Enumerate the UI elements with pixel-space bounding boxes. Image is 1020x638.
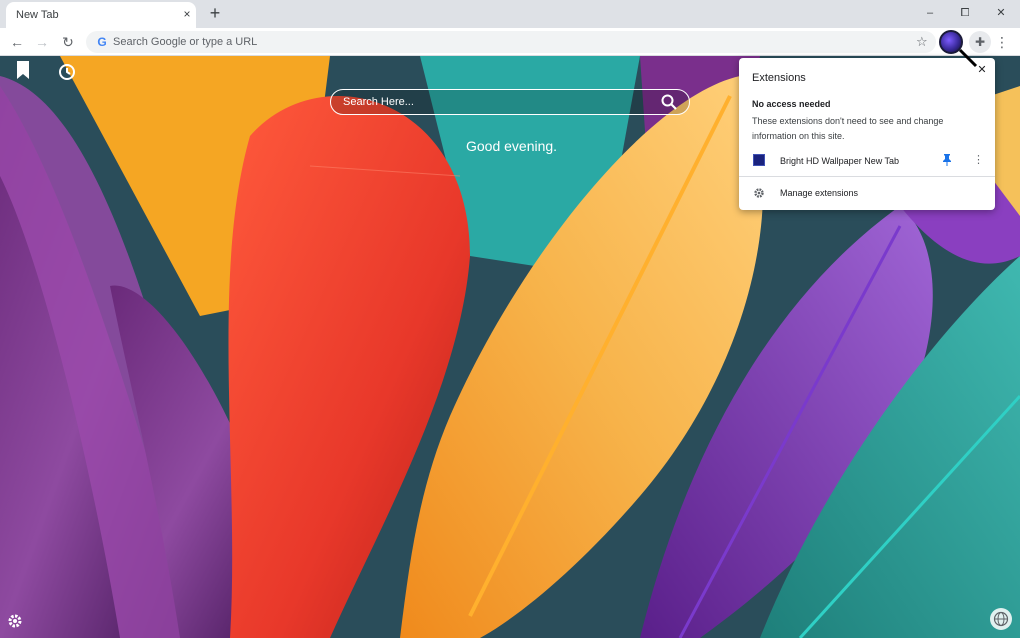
- greeting-text: Good evening.: [466, 138, 558, 154]
- pin-icon[interactable]: [942, 154, 952, 166]
- omnibox[interactable]: G Search Google or type a URL ☆: [86, 31, 936, 53]
- page-search-box[interactable]: Search Here...: [330, 89, 690, 115]
- tab-strip: New Tab × + – ⧠ ✕: [0, 0, 1020, 28]
- extension-name: Bright HD Wallpaper New Tab: [780, 156, 900, 166]
- tab-new-tab[interactable]: New Tab ×: [6, 2, 196, 28]
- gear-icon: [753, 187, 765, 199]
- history-icon[interactable]: [58, 63, 76, 81]
- popup-divider: [739, 176, 995, 177]
- popup-title: Extensions: [752, 72, 806, 84]
- manage-extensions-label: Manage extensions: [780, 188, 859, 198]
- extension-icon: [753, 154, 765, 166]
- manage-extensions-item[interactable]: Manage extensions: [739, 183, 995, 203]
- google-g-icon: G: [97, 35, 107, 49]
- omnibox-placeholder: Search Google or type a URL: [113, 36, 258, 48]
- bookmark-icon[interactable]: [16, 61, 32, 81]
- new-tab-button[interactable]: +: [205, 4, 225, 24]
- browser-menu-icon[interactable]: ⋮: [995, 33, 1009, 51]
- search-icon[interactable]: [660, 93, 678, 111]
- tab-close-icon[interactable]: ×: [179, 6, 195, 22]
- close-window-button[interactable]: ✕: [989, 4, 1013, 22]
- globe-icon[interactable]: [990, 608, 1012, 630]
- back-button[interactable]: ←: [8, 33, 26, 51]
- extension-list-item[interactable]: Bright HD Wallpaper New Tab ⋮: [739, 150, 995, 172]
- extensions-popup: Extensions ✕ No access needed These exte…: [739, 58, 995, 210]
- extension-options-icon[interactable]: ⋮: [973, 153, 984, 167]
- no-access-heading: No access needed: [752, 99, 831, 109]
- search-placeholder: Search Here...: [343, 96, 414, 108]
- maximize-button[interactable]: ⧠: [953, 4, 977, 22]
- forward-button[interactable]: →: [33, 33, 51, 51]
- browser-toolbar: ← → ↻ G Search Google or type a URL ☆ ✚ …: [0, 28, 1020, 56]
- reload-button[interactable]: ↻: [59, 33, 77, 51]
- gear-icon[interactable]: [6, 612, 24, 630]
- no-access-description: These extensions don't need to see and c…: [752, 116, 944, 141]
- tab-title: New Tab: [16, 9, 59, 21]
- minimize-button[interactable]: –: [918, 4, 942, 22]
- bookmark-star-icon[interactable]: ☆: [916, 34, 932, 50]
- mouse-pointer-icon: [958, 48, 978, 68]
